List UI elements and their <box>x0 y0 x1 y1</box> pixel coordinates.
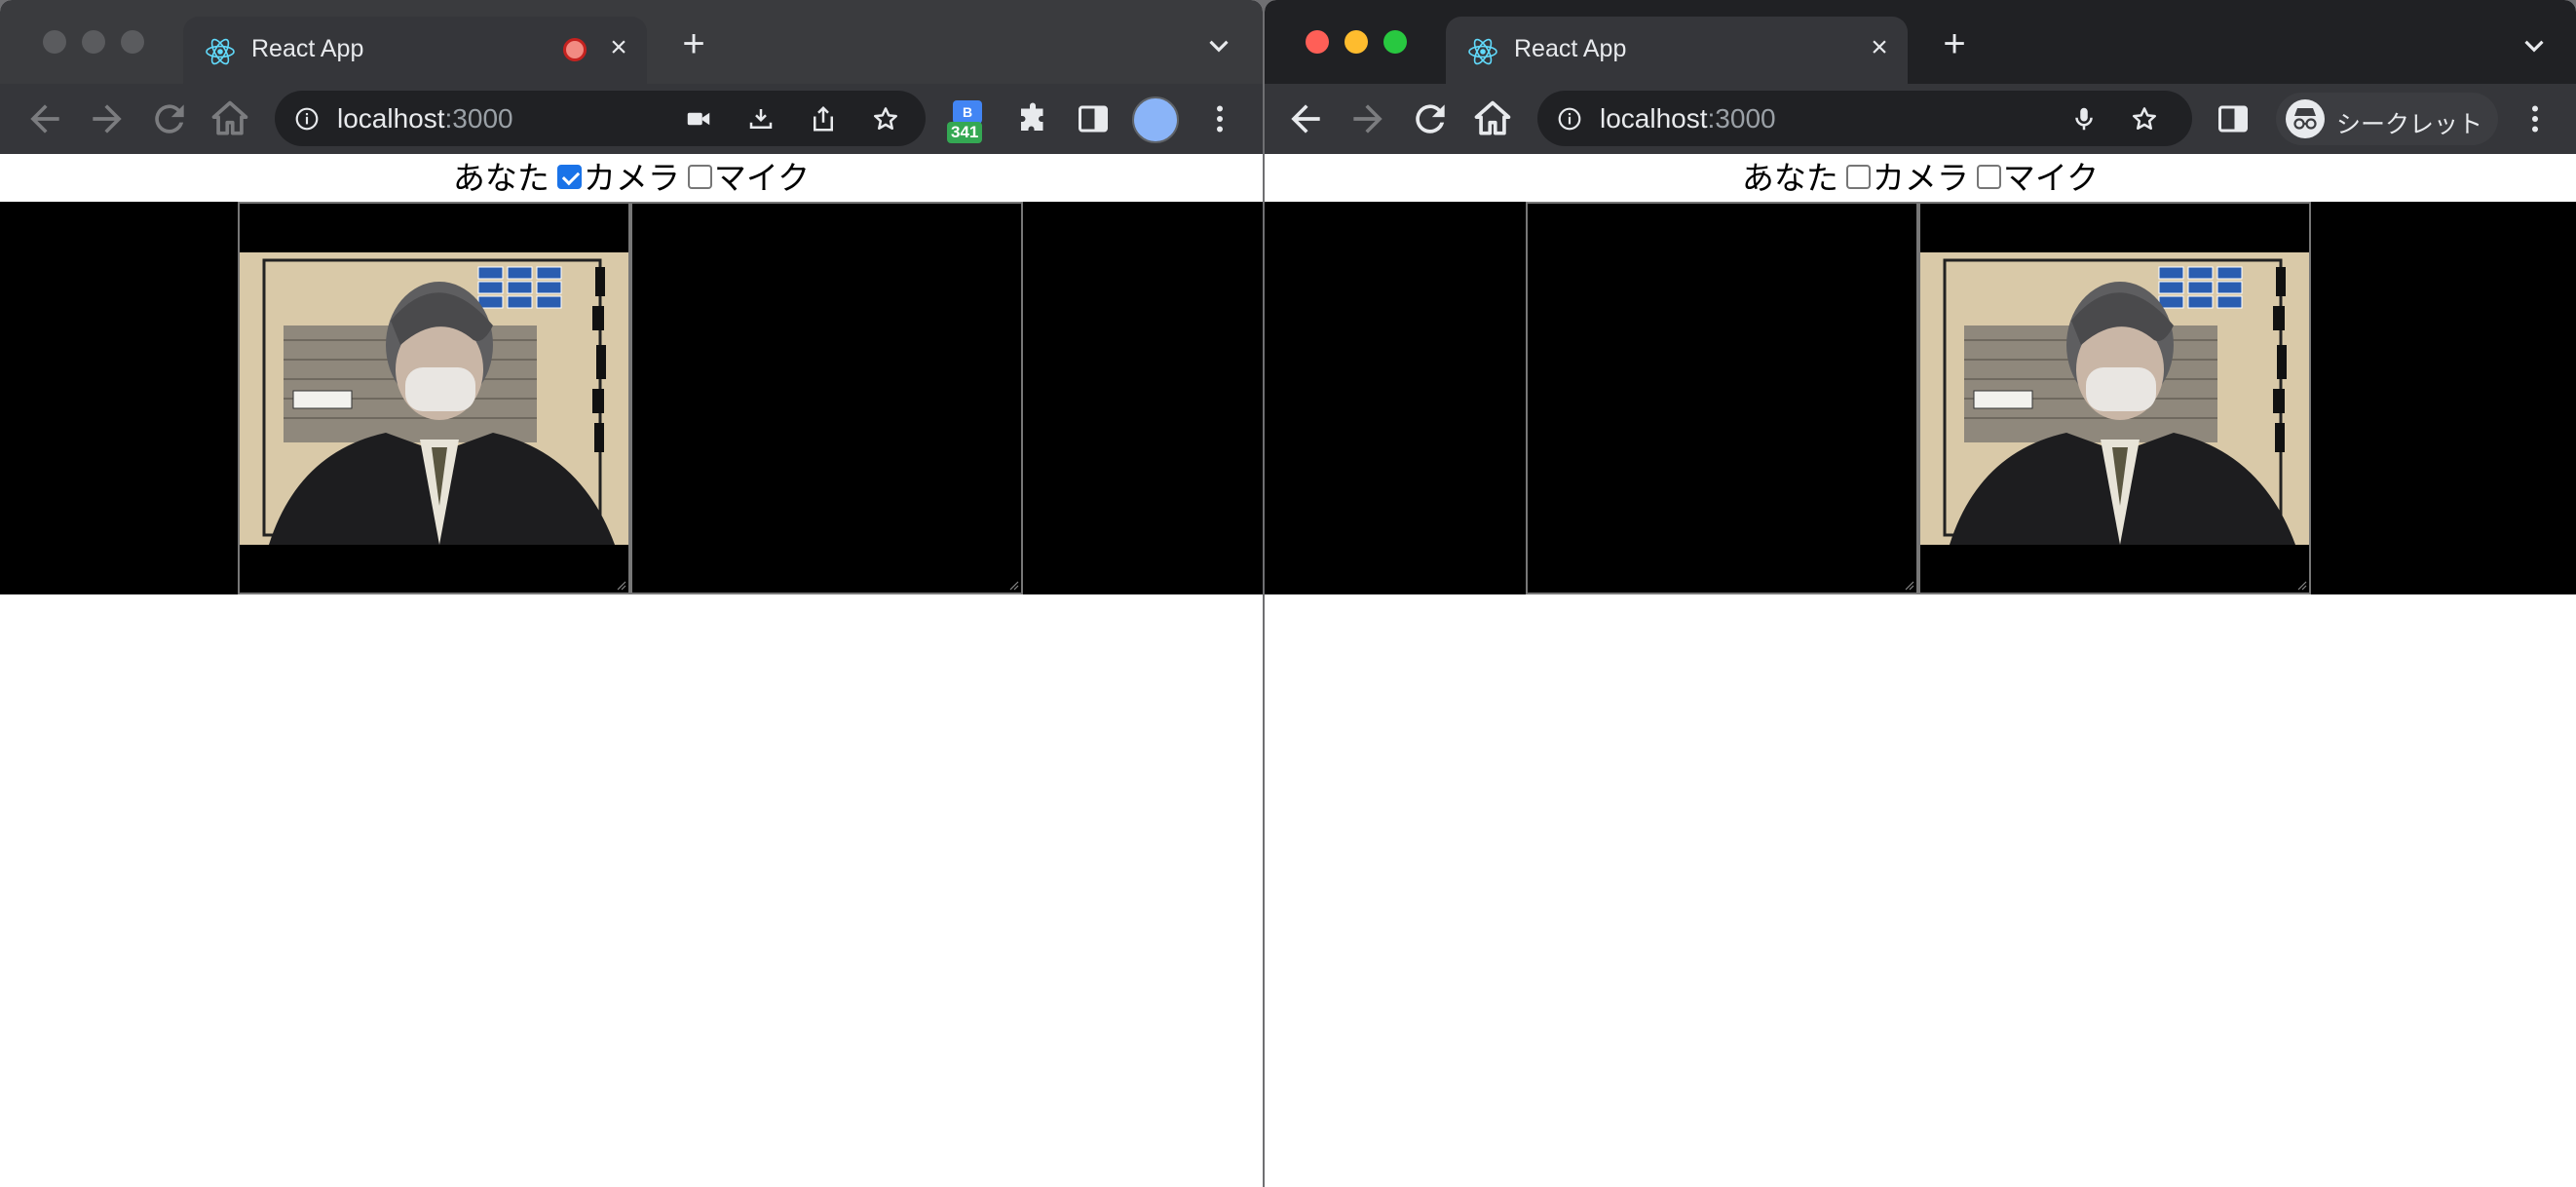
resize-handle-icon[interactable] <box>1903 579 1914 591</box>
user-label: あなた <box>1741 160 1838 196</box>
minimize-window-button[interactable] <box>82 30 105 54</box>
menu-kebab-icon[interactable] <box>1202 101 1237 136</box>
local-video[interactable] <box>1526 202 1918 594</box>
url-text: localhost:3000 <box>1600 103 1776 134</box>
tab-close-button[interactable]: × <box>602 31 635 64</box>
incognito-label: シークレット <box>2336 111 2483 138</box>
remote-video[interactable] <box>630 202 1023 594</box>
tab-close-button[interactable]: × <box>1863 31 1896 64</box>
video-stage <box>0 202 1263 594</box>
camera-label: カメラ <box>1872 160 1969 196</box>
incognito-indicator[interactable]: シークレット <box>2276 93 2498 145</box>
forward-button[interactable] <box>1346 97 1389 140</box>
home-button[interactable] <box>208 97 251 140</box>
address-bar[interactable]: localhost:3000 <box>275 91 926 146</box>
recording-icon <box>563 38 587 61</box>
forward-button[interactable] <box>86 97 129 140</box>
local-video[interactable] <box>238 202 630 594</box>
mic-checkbox[interactable] <box>1976 164 2001 189</box>
close-window-button[interactable] <box>1306 30 1329 54</box>
install-app-icon[interactable] <box>746 104 776 134</box>
reload-button[interactable] <box>1409 97 1452 140</box>
mic-checkbox[interactable] <box>687 164 712 189</box>
toolbar: localhost:3000 シークレット <box>1265 84 2576 154</box>
react-icon <box>205 36 236 67</box>
tab-react-app[interactable]: React App × <box>183 17 647 84</box>
back-button[interactable] <box>1284 97 1327 140</box>
reload-button[interactable] <box>148 97 191 140</box>
toolbar: localhost:3000 B 341 <box>0 84 1263 154</box>
extension-badge: 341 <box>947 122 983 143</box>
camera-feed-image <box>240 252 628 545</box>
new-tab-button[interactable]: + <box>674 24 713 64</box>
site-info-icon[interactable] <box>1557 106 1582 132</box>
user-label: あなた <box>452 160 549 196</box>
mic-label: マイク <box>713 160 811 196</box>
site-info-icon[interactable] <box>294 106 320 132</box>
new-tab-button[interactable]: + <box>1935 24 1974 64</box>
menu-kebab-icon[interactable] <box>2518 101 2553 136</box>
side-panel-icon[interactable] <box>1076 101 1111 136</box>
zoom-window-button[interactable] <box>1383 30 1407 54</box>
tab-strip: React App × + <box>1265 0 2576 84</box>
media-controls: あなた カメラ マイク <box>1265 154 2576 203</box>
tab-search-chevron-icon[interactable] <box>2518 29 2551 62</box>
browser-window-right: React App × + localhost:3000 シークレット あなたカ… <box>1265 0 2576 1187</box>
page-content: あなた カメラ マイク <box>1265 154 2576 1187</box>
camera-in-use-icon[interactable] <box>684 104 713 134</box>
tab-title: React App <box>1514 35 1627 62</box>
camera-feed-image <box>1920 252 2309 545</box>
close-window-button[interactable] <box>43 30 66 54</box>
bookmark-star-icon[interactable] <box>2130 104 2159 134</box>
home-button[interactable] <box>1471 97 1514 140</box>
zoom-window-button[interactable] <box>121 30 144 54</box>
tab-react-app[interactable]: React App × <box>1446 17 1908 84</box>
side-panel-icon[interactable] <box>2216 101 2251 136</box>
video-stage <box>1265 202 2576 594</box>
extensions-puzzle-icon[interactable] <box>1015 101 1050 136</box>
profile-avatar[interactable] <box>1132 96 1179 143</box>
browser-window-left: React App × + localhost:3000 B 341 あなた カメ… <box>0 0 1263 1187</box>
camera-checkbox[interactable] <box>1845 164 1871 189</box>
camera-label: カメラ <box>583 160 680 196</box>
media-controls: あなた カメラ マイク <box>0 154 1263 203</box>
share-icon[interactable] <box>809 104 838 134</box>
resize-handle-icon[interactable] <box>615 579 626 591</box>
url-text: localhost:3000 <box>337 103 513 134</box>
tab-strip: React App × + <box>0 0 1263 84</box>
extension-icon[interactable]: B <box>953 100 982 124</box>
tab-search-chevron-icon[interactable] <box>1202 29 1235 62</box>
resize-handle-icon[interactable] <box>2295 579 2307 591</box>
minimize-window-button[interactable] <box>1345 30 1368 54</box>
tab-title: React App <box>251 35 364 62</box>
bookmark-star-icon[interactable] <box>871 104 900 134</box>
remote-video[interactable] <box>1918 202 2311 594</box>
resize-handle-icon[interactable] <box>1007 579 1019 591</box>
back-button[interactable] <box>23 97 66 140</box>
incognito-icon <box>2286 99 2325 138</box>
microphone-icon[interactable] <box>2069 104 2099 134</box>
mic-label: マイク <box>2002 160 2100 196</box>
react-icon <box>1467 36 1498 67</box>
page-content: あなた カメラ マイク <box>0 154 1263 1187</box>
address-bar[interactable]: localhost:3000 <box>1537 91 2192 146</box>
camera-checkbox[interactable] <box>556 164 582 189</box>
